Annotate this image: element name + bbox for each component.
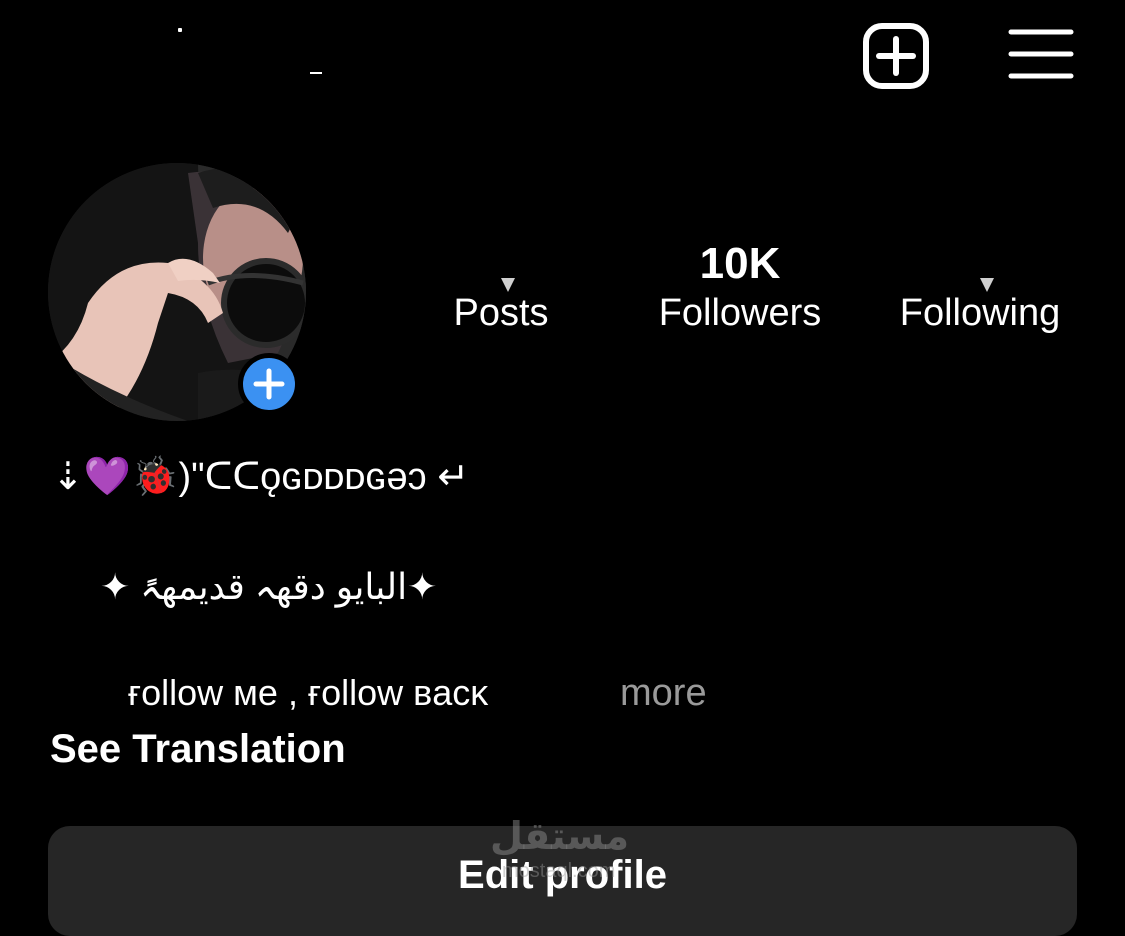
username-title[interactable] [160, 24, 340, 80]
username-fragment [310, 72, 322, 74]
posts-label: Posts [453, 292, 549, 334]
plus-square-icon [863, 23, 929, 89]
hamburger-menu-icon [1008, 29, 1074, 79]
posts-stat[interactable]: Posts [430, 236, 572, 336]
followers-label: Followers [658, 292, 822, 334]
posts-count [430, 236, 572, 292]
see-translation-link[interactable]: See Translation [50, 722, 346, 776]
profile-avatar[interactable] [48, 163, 306, 421]
username-fragment [178, 28, 182, 32]
edit-profile-button[interactable]: Edit profile [48, 826, 1077, 936]
add-story-button[interactable] [238, 353, 300, 415]
bio-follow-line: ғollow мe , ғollow вacĸ [128, 672, 489, 713]
followers-stat[interactable]: 10K Followers [640, 236, 840, 336]
new-post-button[interactable] [862, 22, 930, 90]
following-count [880, 236, 1080, 292]
menu-button[interactable] [1008, 26, 1074, 86]
top-bar [0, 0, 1125, 110]
following-stat[interactable]: Following [880, 236, 1080, 336]
following-label: Following [899, 292, 1061, 334]
bio-arabic-line: ✦البايو دقهہ قديمهہً ✦ [100, 566, 438, 607]
plus-icon [253, 368, 285, 400]
bio-more-link[interactable]: more [620, 666, 707, 720]
followers-count: 10K [699, 239, 781, 288]
profile-name: ⇣💜🐞)"ᑕᑕǫɢᴅᴅᴅɢǝɔ ↵ [52, 456, 470, 498]
